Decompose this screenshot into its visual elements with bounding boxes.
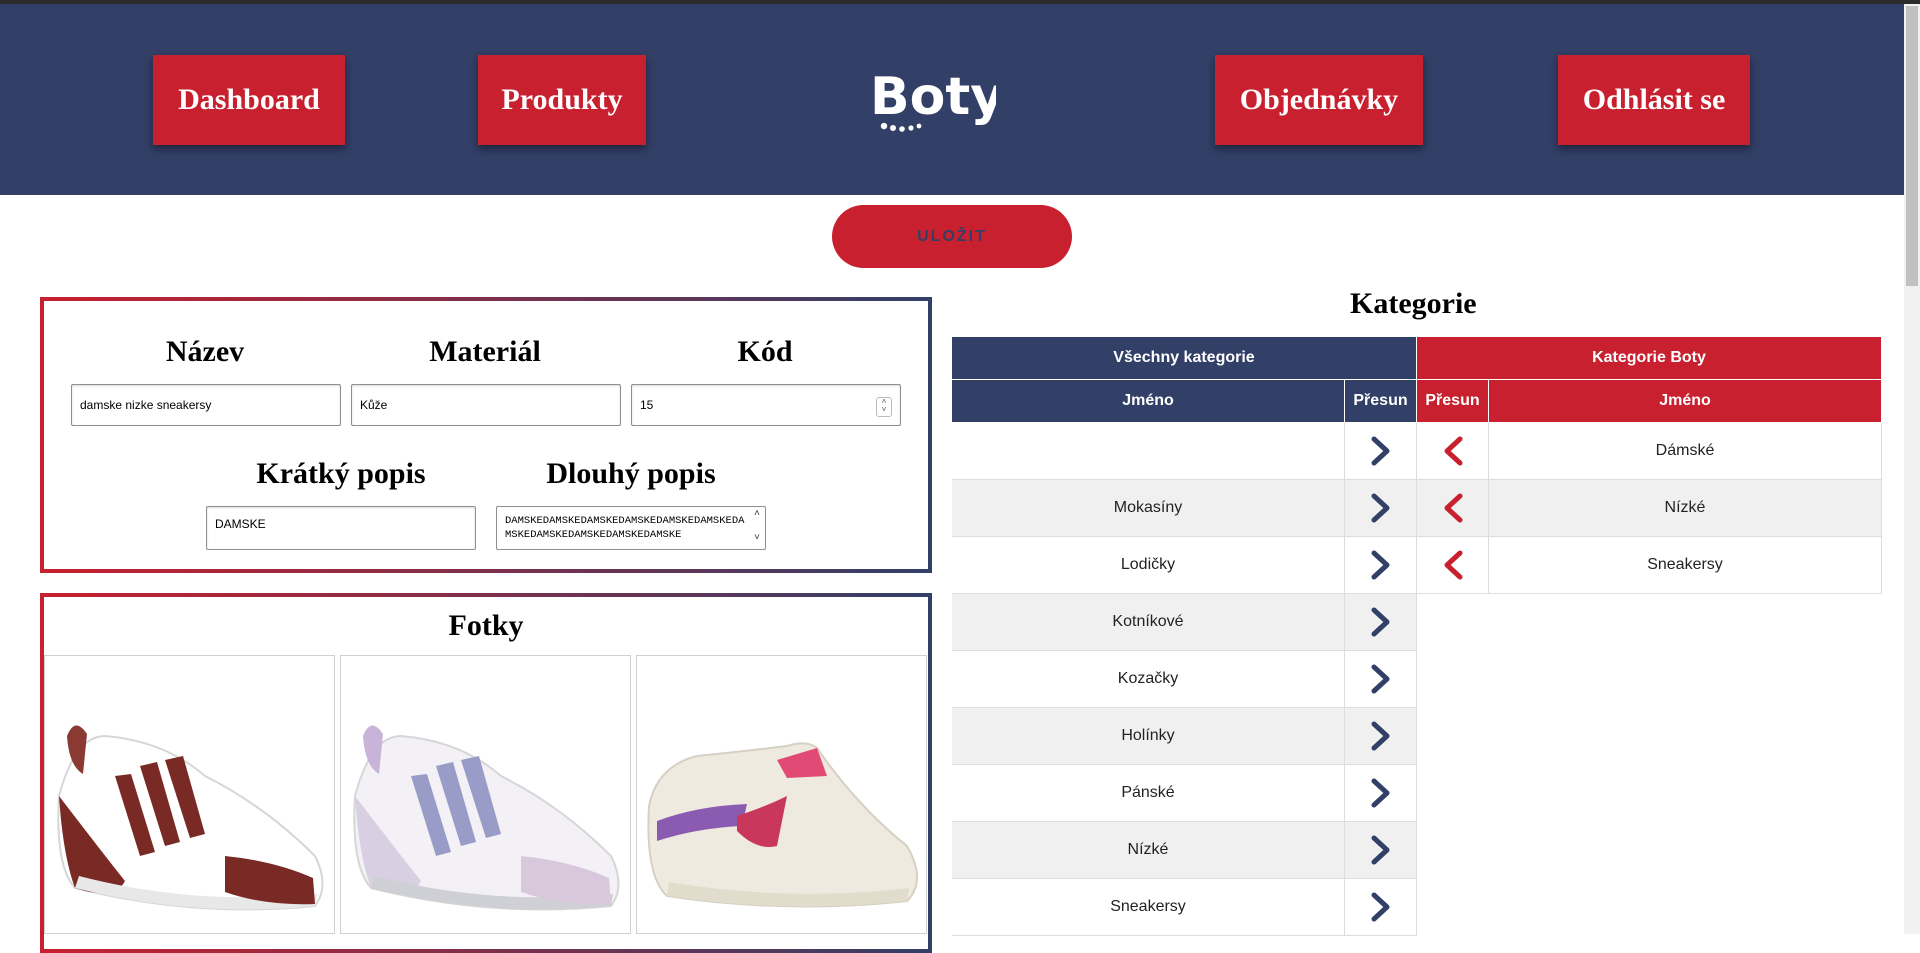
nav-objednavky-button[interactable]: Objednávky xyxy=(1215,55,1423,145)
all-category-name: Kozačky xyxy=(952,651,1345,708)
move-right-arrow-icon[interactable] xyxy=(1345,480,1417,537)
move-left-arrow-icon[interactable] xyxy=(1417,537,1489,594)
nazev-input[interactable]: damske nizke sneakersy xyxy=(71,384,341,426)
move-left-arrow-icon[interactable] xyxy=(1417,423,1489,480)
kratky-popis-label: Krátký popis xyxy=(256,457,426,490)
sneaker-maroon-icon xyxy=(57,725,324,911)
move-right-arrow-icon[interactable] xyxy=(1345,822,1417,879)
logo-text: Boty xyxy=(870,67,996,127)
all-category-name xyxy=(952,423,1345,480)
all-category-name: Sneakersy xyxy=(952,879,1345,936)
boty-col-name-header: Jméno xyxy=(1489,380,1882,423)
dlouhy-popis-label: Dlouhý popis xyxy=(546,457,716,490)
boty-logo[interactable]: Boty xyxy=(866,64,1004,134)
boty-category-name: Dámské xyxy=(1489,423,1882,480)
nav-produkty-button[interactable]: Produkty xyxy=(478,55,646,145)
move-right-arrow-icon[interactable] xyxy=(1345,594,1417,651)
move-right-arrow-icon[interactable] xyxy=(1345,879,1417,936)
all-category-name: Kotníkové xyxy=(952,594,1345,651)
textarea-scroll-arrows[interactable]: ˄ ˅ xyxy=(751,509,763,549)
all-category-name: Pánské xyxy=(952,765,1345,822)
header-bar: Dashboard Produkty Boty Objednávky Odhlá… xyxy=(0,4,1904,195)
move-right-arrow-icon[interactable] xyxy=(1345,651,1417,708)
move-left-arrow-icon[interactable] xyxy=(1417,480,1489,537)
boty-category-name: Nízké xyxy=(1489,480,1882,537)
all-category-name: Nízké xyxy=(952,822,1345,879)
categories-title: Kategorie xyxy=(1350,287,1477,320)
all-category-name: Lodičky xyxy=(952,537,1345,594)
boty-categories-header: Kategorie Boty xyxy=(1417,337,1882,380)
kratky-popis-textarea[interactable]: DAMSKE xyxy=(206,506,476,550)
all-col-move-header: Přesun xyxy=(1345,380,1417,423)
all-col-name-header: Jméno xyxy=(952,380,1345,423)
sneaker-lilac-icon xyxy=(353,725,620,911)
material-label: Materiál xyxy=(429,335,541,368)
dlouhy-popis-text: DAMSKEDAMSKEDAMSKEDAMSKEDAMSKEDAMSKEDAMS… xyxy=(505,515,745,541)
scrollbar-thumb[interactable] xyxy=(1906,6,1918,286)
kod-label: Kód xyxy=(737,335,793,368)
move-right-arrow-icon[interactable] xyxy=(1345,423,1417,480)
photo-card-2[interactable] xyxy=(340,655,631,934)
all-category-name: Mokasíny xyxy=(952,480,1345,537)
number-spinner[interactable]: ˄ ˅ xyxy=(876,397,892,417)
nazev-label: Název xyxy=(165,335,245,368)
material-input[interactable]: Kůže xyxy=(351,384,621,426)
all-category-name: Holínky xyxy=(952,708,1345,765)
photos-title: Fotky xyxy=(448,609,524,642)
product-form-panel: Název Materiál Kód damske nizke sneakers… xyxy=(40,297,932,573)
dlouhy-popis-textarea[interactable]: DAMSKEDAMSKEDAMSKEDAMSKEDAMSKEDAMSKEDAMS… xyxy=(496,506,766,550)
nav-dashboard-button[interactable]: Dashboard xyxy=(153,55,345,145)
all-categories-header: Všechny kategorie xyxy=(952,337,1417,380)
save-button[interactable]: ULOŽIT xyxy=(832,205,1072,268)
photo-card-3[interactable] xyxy=(636,655,927,934)
sneaker-reebok-icon xyxy=(647,742,918,908)
move-right-arrow-icon[interactable] xyxy=(1345,708,1417,765)
kod-value: 15 xyxy=(640,398,654,412)
move-right-arrow-icon[interactable] xyxy=(1345,537,1417,594)
move-right-arrow-icon[interactable] xyxy=(1345,765,1417,822)
photo-card-1[interactable] xyxy=(44,655,335,934)
boty-category-name: Sneakersy xyxy=(1489,537,1882,594)
boty-col-move-header: Přesun xyxy=(1417,380,1489,423)
nav-odhlasit-button[interactable]: Odhlásit se xyxy=(1558,55,1750,145)
kod-number-input[interactable]: 15 ˄ ˅ xyxy=(631,384,901,426)
